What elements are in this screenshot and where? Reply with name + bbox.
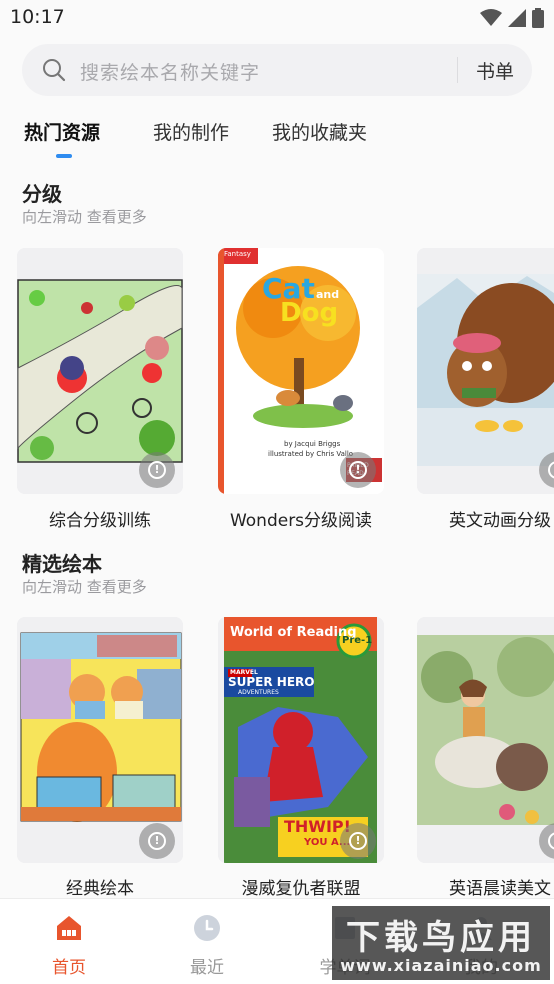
status-icons	[480, 8, 544, 28]
cover-series: World of Reading	[230, 625, 357, 640]
book-card-marvel[interactable]: World of Reading Pre-1 MARVEL SUPER HERO…	[218, 617, 384, 863]
watermark-url: www.xiazainiao.com	[340, 956, 542, 975]
book-label[interactable]: 英文动画分级	[400, 506, 554, 531]
nav-recent[interactable]: 最近	[162, 913, 252, 978]
cover-title-dog: Dog	[280, 298, 339, 328]
signal-icon	[508, 9, 526, 27]
book-card-animation[interactable]: !	[417, 248, 554, 494]
book-card-comprehensive[interactable]: !	[17, 248, 183, 494]
book-card-classic[interactable]: !	[17, 617, 183, 863]
tab-my-favorites[interactable]: 我的收藏夹	[272, 118, 367, 145]
search-icon	[43, 59, 66, 82]
home-icon	[57, 916, 81, 940]
book-label[interactable]: 英语晨读美文	[400, 874, 554, 899]
cover-tag: Fantasy	[224, 250, 251, 258]
nav-label: 最近	[190, 958, 224, 978]
cover-title: SUPER HERO	[228, 675, 315, 689]
book-cover-image	[417, 617, 554, 863]
book-card-wonders[interactable]: Fantasy Cat and Dog by Jacqui Briggs ill…	[218, 248, 384, 494]
tab-hot-resources[interactable]: 热门资源	[24, 118, 100, 145]
book-label[interactable]: 经典绘本	[0, 874, 200, 899]
booklist-button[interactable]: 书单	[472, 57, 518, 84]
section-subtitle-grading: 向左滑动 查看更多	[22, 208, 147, 226]
cover-subtitle: ADVENTURES	[238, 689, 279, 696]
book-label[interactable]: 综合分级训练	[0, 506, 200, 531]
book-label[interactable]: Wonders分级阅读	[201, 506, 401, 531]
book-cover-image	[417, 248, 554, 494]
watermark: 下载鸟应用 www.xiazainiao.com	[332, 906, 550, 980]
book-card-morning-reading[interactable]: !	[417, 617, 554, 863]
status-time: 10:17	[10, 6, 65, 28]
download-icon[interactable]: !	[139, 452, 175, 488]
search-input[interactable]: 搜索绘本名称关键字	[80, 58, 260, 85]
section-title-grading: 分级	[22, 182, 62, 206]
tab-indicator	[56, 154, 72, 158]
wifi-icon	[480, 9, 502, 26]
status-bar: 10:17	[0, 0, 554, 38]
nav-label: 首页	[52, 958, 86, 978]
clock-icon	[194, 915, 220, 941]
watermark-title: 下载鸟应用	[346, 918, 536, 958]
battery-icon	[532, 8, 544, 28]
cover-level: Pre-1	[342, 635, 373, 646]
section-subtitle-picks: 向左滑动 查看更多	[22, 578, 147, 596]
book-label[interactable]: 漫威复仇者联盟	[201, 874, 401, 899]
download-icon[interactable]: !	[139, 823, 175, 859]
section-title-picks: 精选绘本	[22, 552, 102, 576]
nav-home[interactable]: 首页	[24, 913, 114, 978]
download-icon[interactable]: !	[340, 823, 376, 859]
cover-author: by Jacqui Briggs	[284, 440, 341, 448]
search-divider	[457, 57, 458, 83]
search-bar[interactable]: 搜索绘本名称关键字 书单	[22, 44, 532, 96]
tab-my-creations[interactable]: 我的制作	[153, 118, 229, 145]
download-icon[interactable]: !	[340, 452, 376, 488]
cover-illustrator: illustrated by Chris Vallo	[268, 450, 354, 458]
